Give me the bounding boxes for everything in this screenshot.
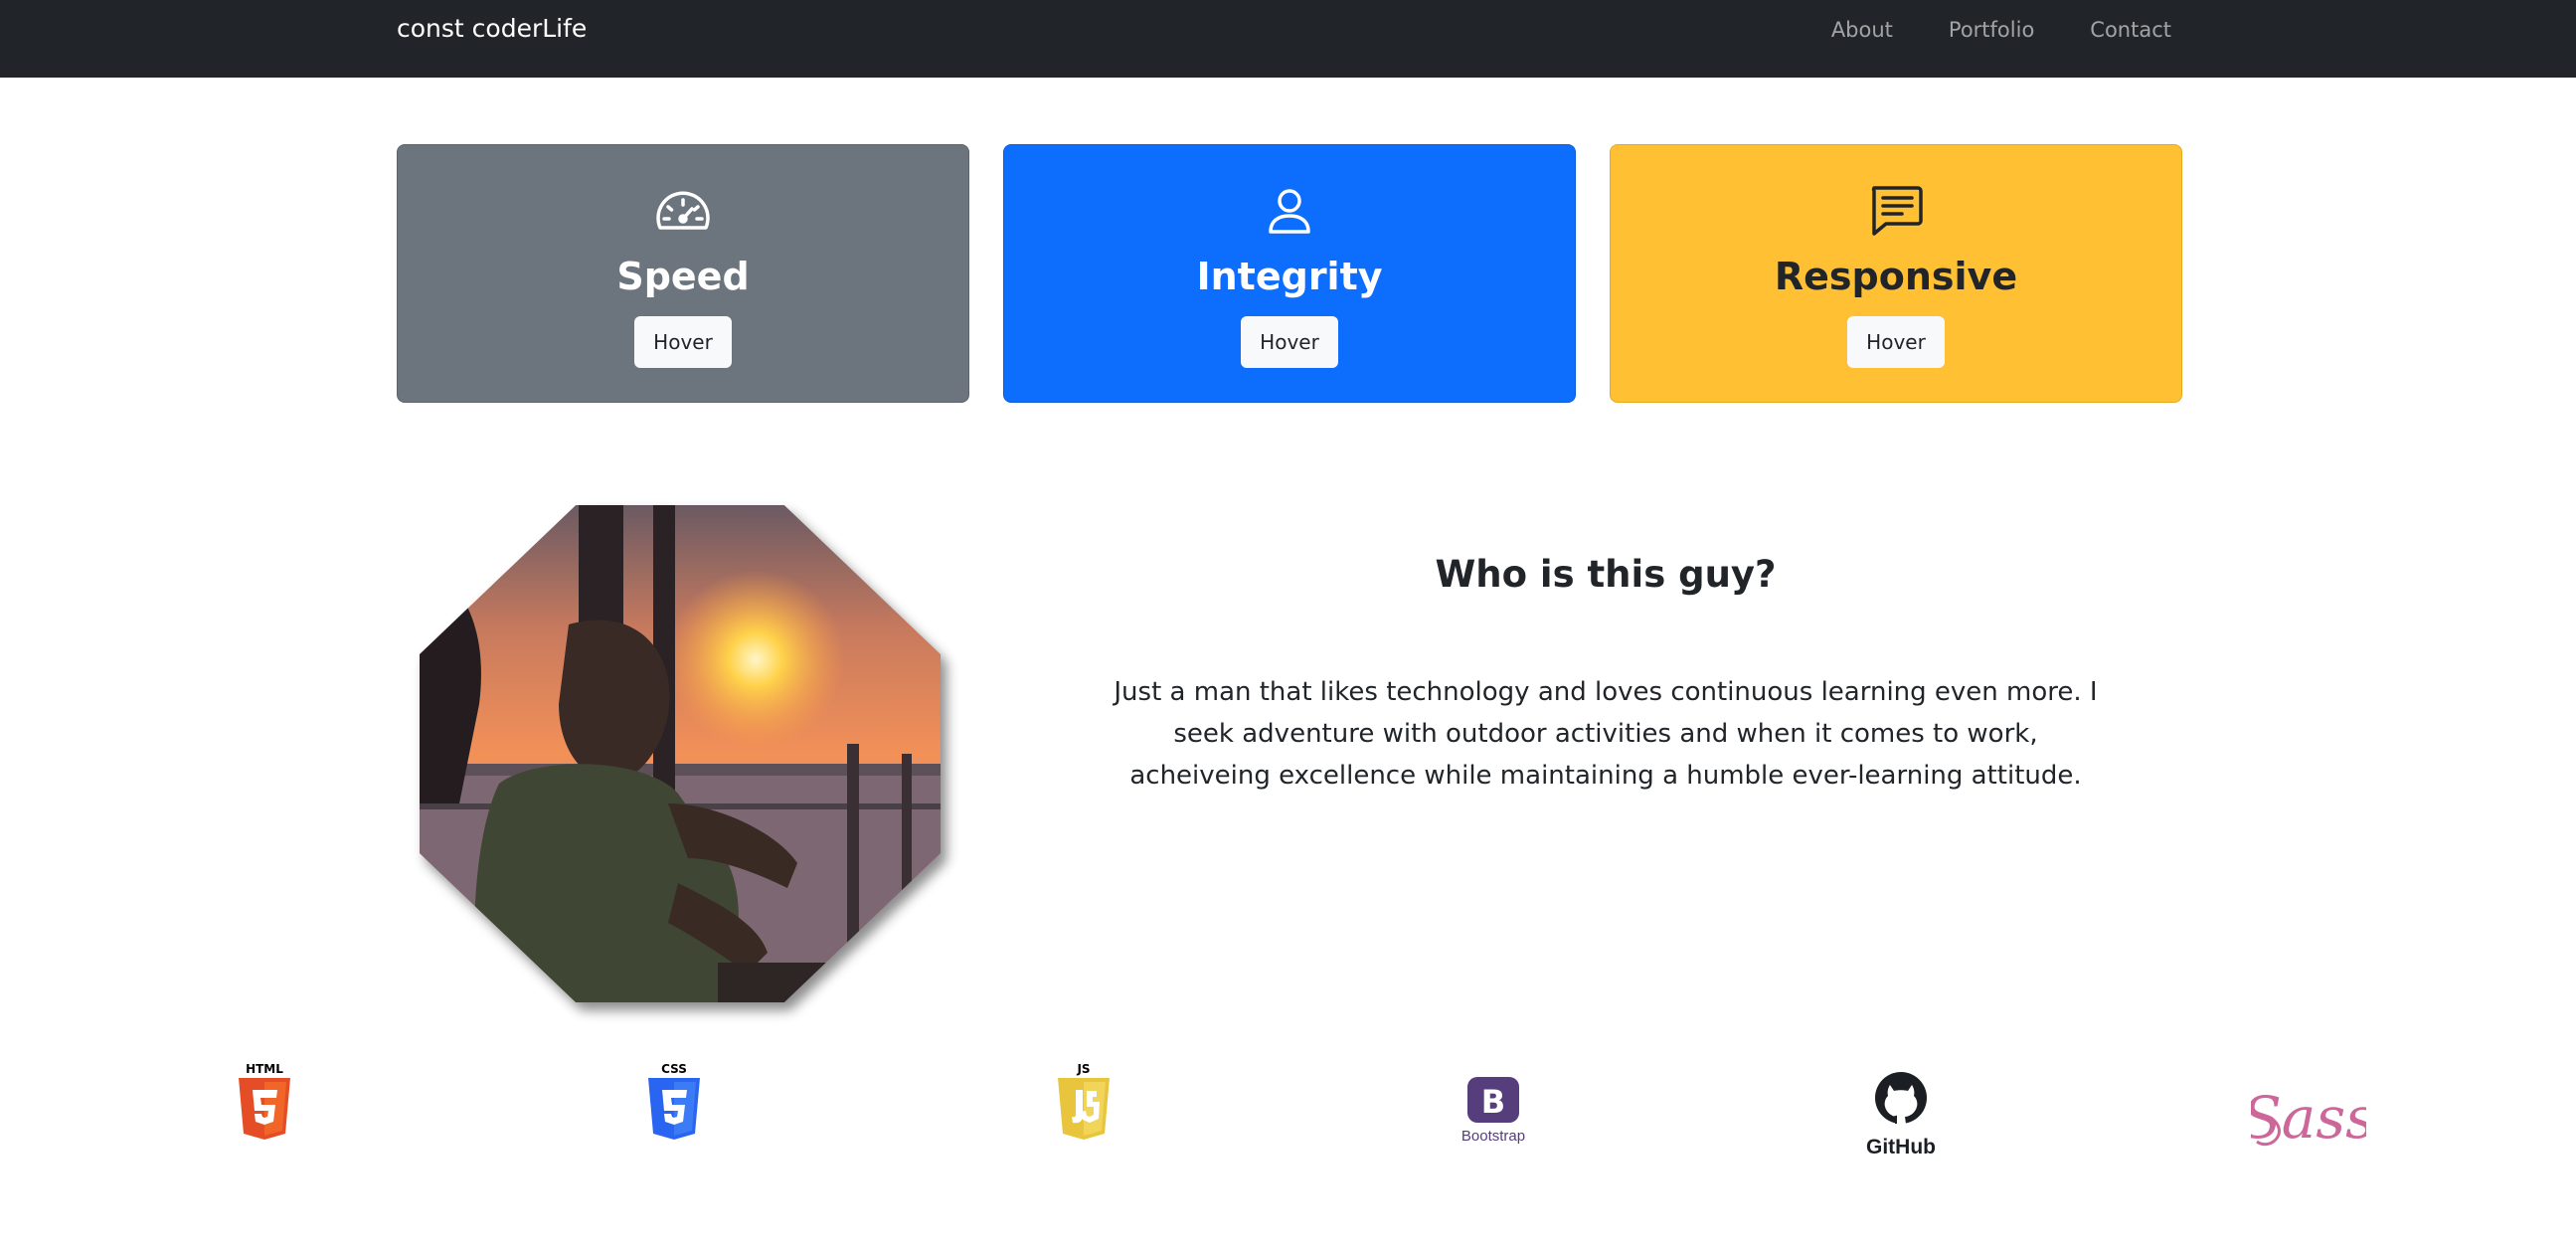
card-title-integrity: Integrity	[1196, 255, 1383, 298]
svg-text:CSS: CSS	[661, 1062, 687, 1076]
about-paragraph: Just a man that likes technology and lov…	[1114, 677, 2098, 791]
hover-button-responsive[interactable]: Hover	[1847, 316, 1945, 368]
nav-link-portfolio[interactable]: Portfolio	[1949, 18, 2034, 42]
bootstrap-logo-icon: B Bootstrap	[1456, 1075, 1531, 1151]
html5-logo-icon: HTML	[235, 1060, 294, 1148]
card-title-responsive: Responsive	[1774, 255, 2018, 298]
svg-text:Bootstrap: Bootstrap	[1461, 1128, 1525, 1145]
speedometer-icon	[653, 185, 713, 237]
chat-text-icon	[1866, 185, 1926, 237]
navbar: const coderLife About Portfolio Contact	[0, 0, 2576, 78]
feature-cards: Speed Hover Integrity Hover Responsive H…	[397, 144, 2182, 403]
nav-link-contact[interactable]: Contact	[2090, 18, 2171, 42]
svg-text:GitHub: GitHub	[1866, 1136, 1936, 1157]
card-integrity: Integrity Hover	[1003, 144, 1576, 403]
card-responsive: Responsive Hover	[1610, 144, 2182, 403]
svg-text:HTML: HTML	[246, 1062, 283, 1076]
portrait-photo	[420, 505, 941, 1002]
svg-text:B: B	[1481, 1083, 1505, 1121]
card-speed: Speed Hover	[397, 144, 969, 403]
card-title-speed: Speed	[616, 255, 750, 298]
hover-button-integrity[interactable]: Hover	[1241, 316, 1338, 368]
person-icon	[1260, 185, 1319, 237]
svg-text:Sass: Sass	[2251, 1084, 2366, 1152]
nav-links: About Portfolio Contact	[1831, 18, 2171, 42]
css3-logo-icon: CSS	[644, 1060, 704, 1148]
nav-link-about[interactable]: About	[1831, 18, 1893, 42]
svg-text:JS: JS	[1076, 1062, 1090, 1076]
hover-button-speed[interactable]: Hover	[634, 316, 732, 368]
javascript-logo-icon: JS	[1054, 1060, 1114, 1148]
sass-logo-icon: Sass	[2242, 1072, 2375, 1165]
navbar-brand[interactable]: const coderLife	[397, 14, 587, 43]
portrait-frame	[420, 505, 941, 1002]
github-logo-icon: GitHub	[1863, 1070, 1939, 1161]
about-heading: Who is this guy?	[1435, 553, 1777, 596]
